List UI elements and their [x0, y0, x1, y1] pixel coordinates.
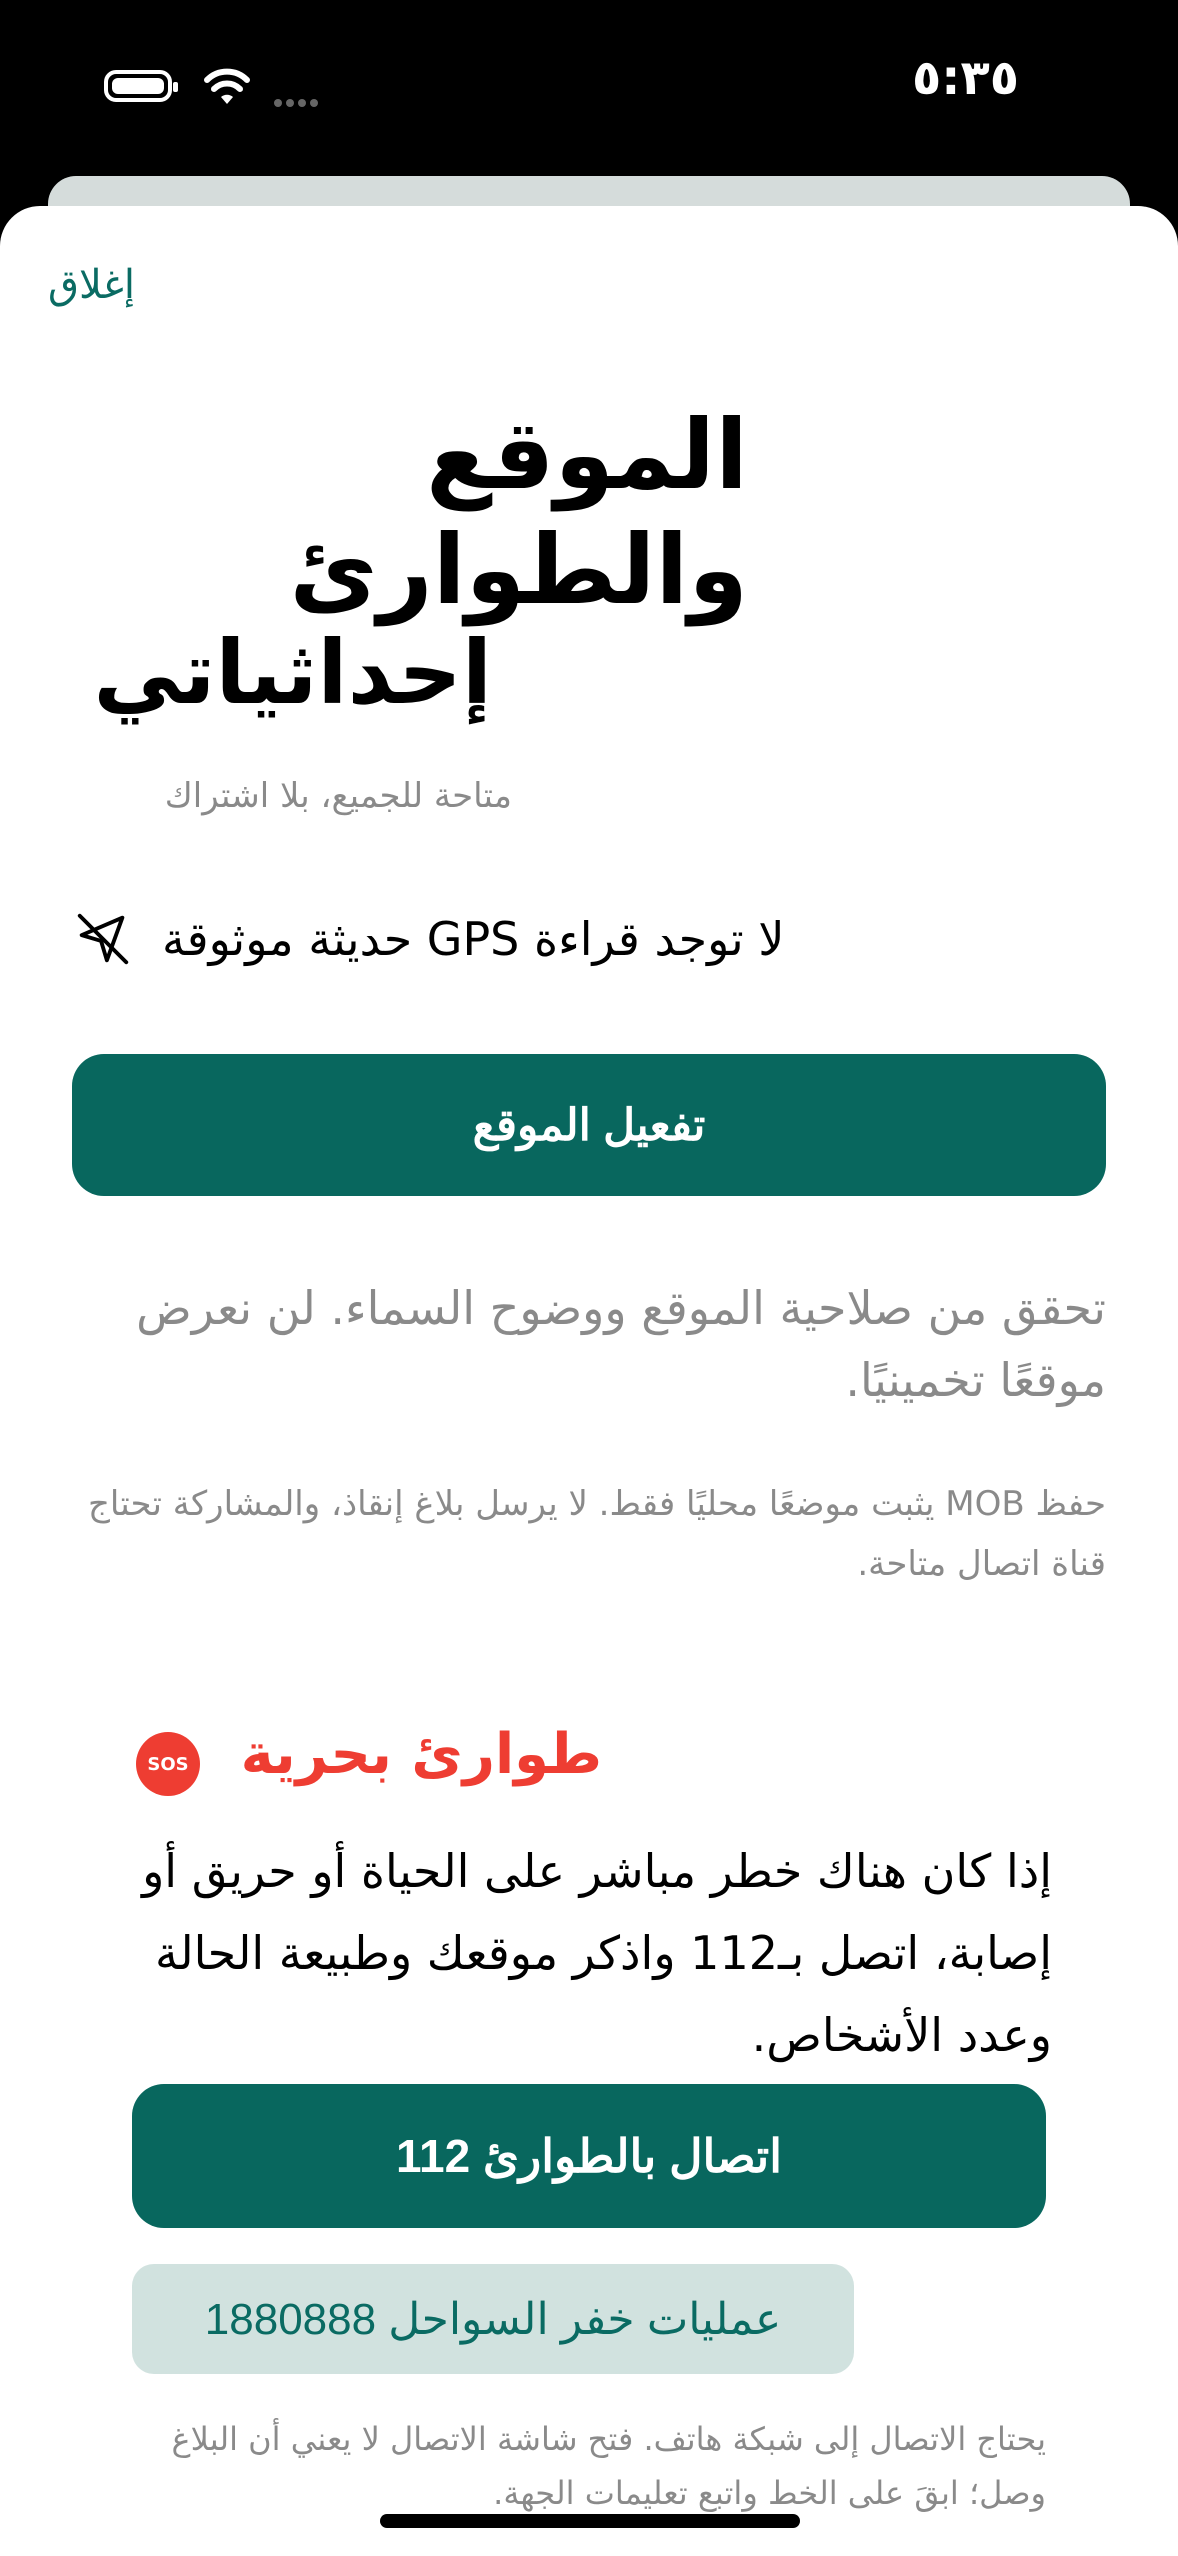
page-title: الموقع والطوارئ [289, 399, 748, 627]
sos-icon: SOS [136, 1732, 200, 1796]
emergency-title: طوارئ بحرية [240, 1722, 602, 1787]
coordinates-subtitle: متاحة للجميع، بلا اشتراك [164, 776, 512, 816]
coast-guard-button[interactable]: عمليات خفر السواحل 1880888 [132, 2264, 854, 2374]
status-bar: ٥:٣٥ [0, 0, 1178, 180]
mob-note: حفظ MOB يثبت موضعًا محليًا فقط. لا يرسل … [87, 1484, 1106, 1584]
coordinates-title: إحداثياتي [93, 621, 492, 724]
gps-status-text: لا توجد قراءة GPS حديثة موثوقة [162, 912, 785, 966]
call-disclaimer: يحتاج الاتصال إلى شبكة هاتف. فتح شاشة ال… [171, 2420, 1046, 2512]
wifi-icon [204, 68, 250, 104]
location-off-icon [77, 913, 129, 965]
enable-location-button[interactable]: تفعيل الموقع [72, 1054, 1106, 1196]
cellular-signal-icon [274, 92, 322, 111]
call-emergency-button[interactable]: اتصال بالطوارئ 112 [132, 2084, 1046, 2228]
battery-icon [104, 70, 178, 102]
status-time: ٥:٣٥ [912, 50, 1020, 106]
location-hint: تحقق من صلاحية الموقع ووضوح السماء. لن ن… [136, 1281, 1106, 1407]
emergency-description: إذا كان هناك خطر مباشر على الحياة أو حري… [142, 1844, 1052, 2062]
home-indicator[interactable] [380, 2514, 800, 2528]
close-button[interactable]: إغلاق [48, 262, 135, 308]
gps-status-row: لا توجد قراءة GPS حديثة موثوقة [72, 904, 918, 974]
